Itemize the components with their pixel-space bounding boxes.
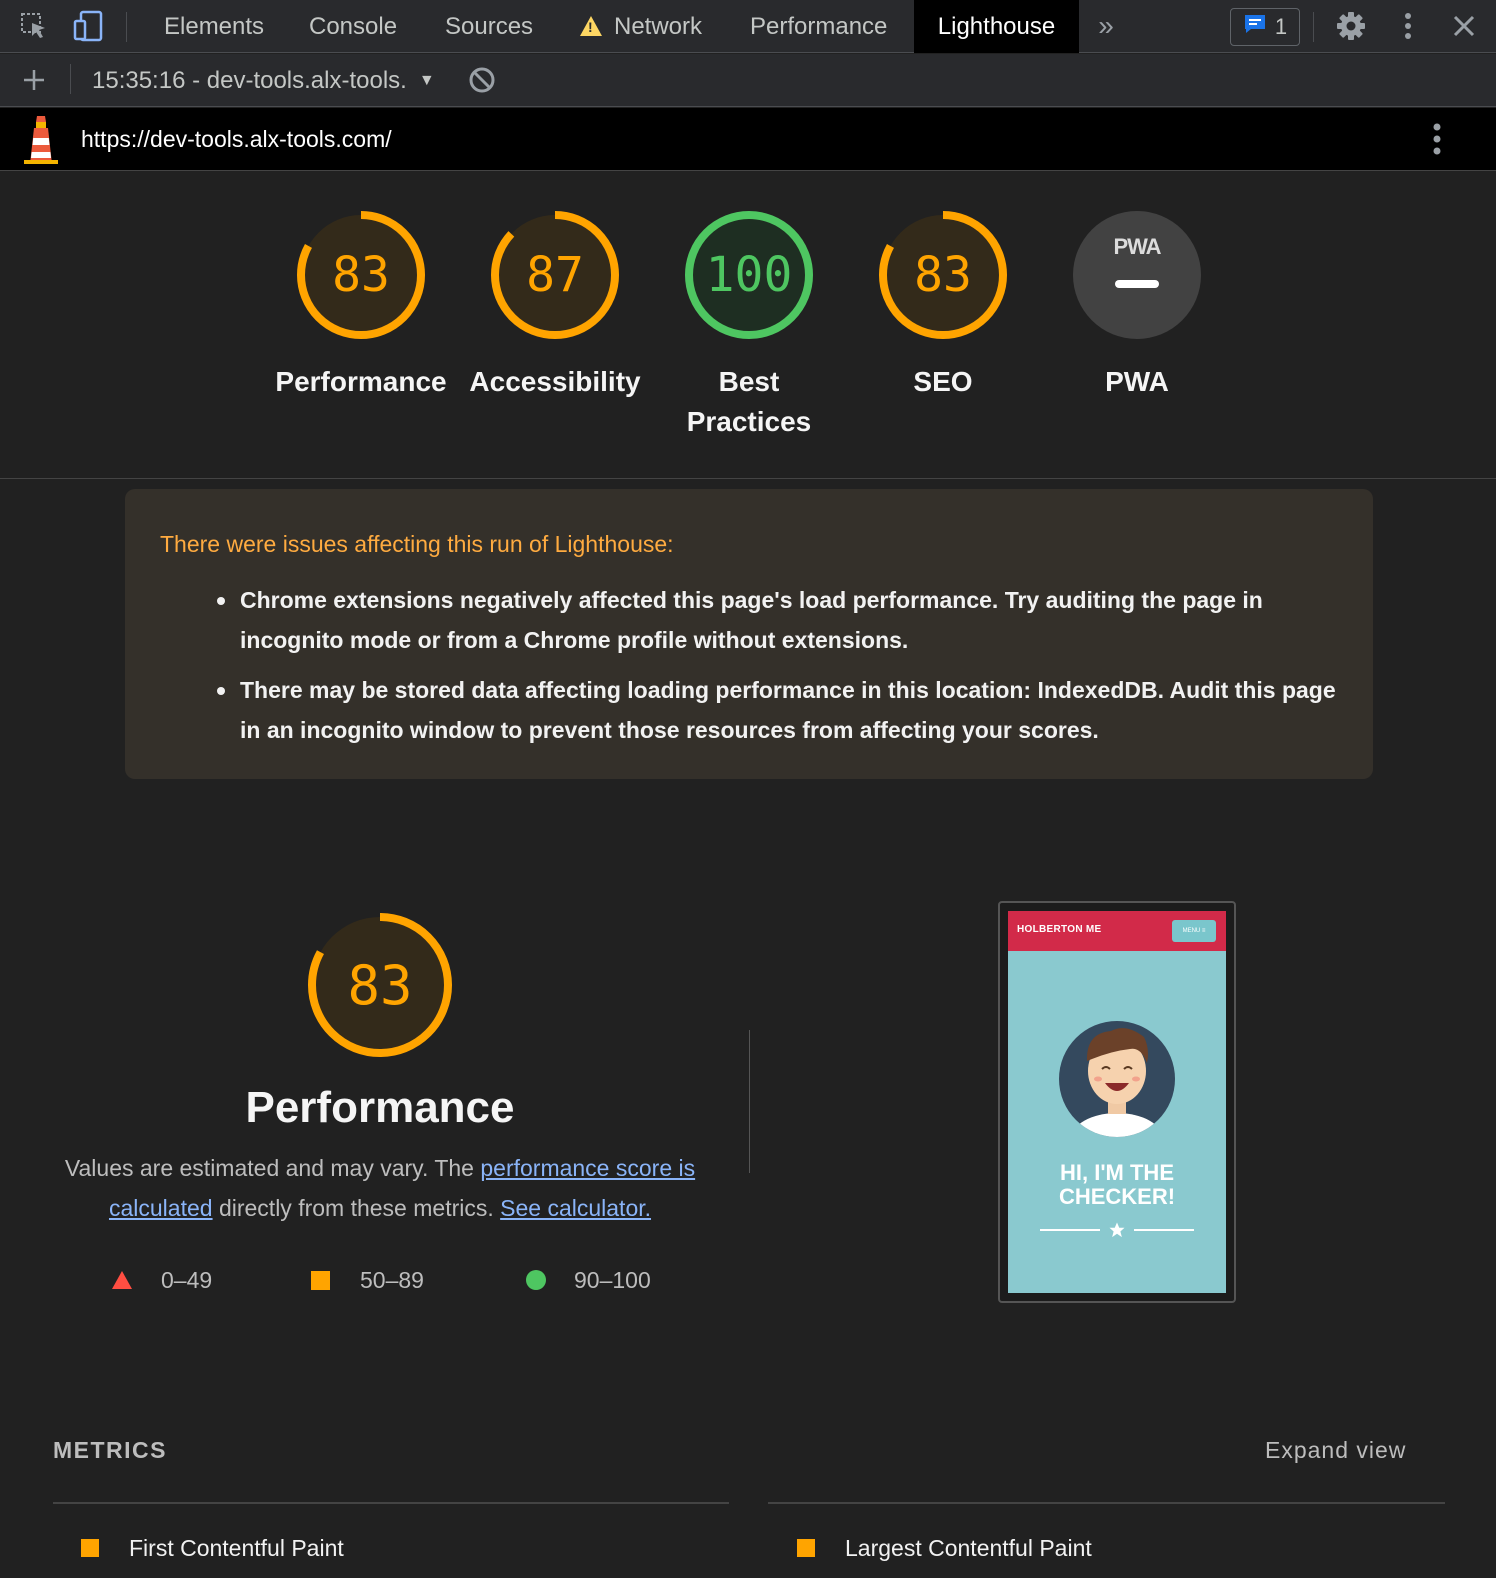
category-label: SEO (913, 366, 973, 397)
report-selector[interactable]: 15:35:16 - dev-tools.alx-tools. ▼ (92, 54, 435, 107)
issues-count: 1 (1274, 14, 1288, 39)
red-triangle-icon (112, 1271, 132, 1289)
gauge-performance[interactable]: 83 Performance (275, 210, 447, 402)
performance-title: Performance (245, 1083, 515, 1132)
inspect-element-icon[interactable] (16, 8, 52, 44)
report-url[interactable]: https://dev-tools.alx-tools.com/ (81, 108, 392, 171)
report-menu-icon[interactable] (1432, 122, 1442, 161)
warnings-title: There were issues affecting this run of … (160, 531, 674, 557)
green-circle-icon (526, 1270, 546, 1290)
gauge-best-practices[interactable]: 100 Best Practices (664, 210, 834, 442)
more-tabs-icon[interactable]: » (1088, 8, 1124, 44)
scale-fail: 0–49 (111, 1265, 212, 1295)
screenshot-menu: MENU ≡ (1172, 920, 1216, 942)
gauge-accessibility[interactable]: 87 Accessibility (469, 210, 641, 402)
star-icon (1109, 1222, 1125, 1238)
metrics-heading: METRICS (53, 1437, 167, 1463)
avatar-illustration (1059, 1021, 1175, 1137)
see-calculator-link[interactable]: See calculator. (500, 1195, 651, 1221)
scale-pass: 90–100 (526, 1265, 651, 1295)
lighthouse-topbar: https://dev-tools.alx-tools.com/ (0, 108, 1496, 171)
orange-square-icon (311, 1270, 330, 1290)
tab-elements[interactable]: Elements (140, 0, 288, 53)
score-value: 87 (526, 247, 584, 303)
expand-view-button[interactable]: Expand view (1265, 1437, 1406, 1464)
lighthouse-toolbar: 15:35:16 - dev-tools.alx-tools. ▼ (0, 54, 1496, 107)
settings-gear-icon[interactable] (1333, 8, 1369, 44)
warning-item: There may be stored data affecting loadi… (217, 670, 1337, 750)
metric-largest-contentful-paint[interactable]: Largest Contentful Paint (797, 1533, 1092, 1563)
performance-score: 83 (347, 953, 413, 1017)
gauge-pwa[interactable]: PWA PWA (1052, 210, 1222, 402)
scale-average: 50–89 (311, 1265, 424, 1295)
metric-first-contentful-paint[interactable]: First Contentful Paint (81, 1533, 344, 1563)
lighthouse-logo-icon (24, 116, 58, 169)
run-warnings: There were issues affecting this run of … (125, 489, 1373, 779)
warning-icon (580, 15, 602, 36)
category-label: Best Practices (686, 366, 812, 437)
performance-description: Values are estimated and may vary. The p… (64, 1155, 696, 1221)
tab-performance[interactable]: Performance (726, 0, 911, 53)
category-label: Performance (275, 366, 447, 397)
final-screenshot[interactable]: HOLBERTON ME MENU ≡ HI, I'M THE CHECKER! (998, 901, 1236, 1303)
orange-square-icon (81, 1539, 99, 1557)
score-value: 100 (705, 247, 793, 303)
gauge-seo[interactable]: 83 SEO (858, 210, 1028, 402)
screenshot-headline: HI, I'M THE CHECKER! (1058, 1160, 1176, 1209)
category-label: PWA (1105, 366, 1169, 397)
devtools-tabbar: Elements Console Sources Network Perform… (0, 0, 1496, 53)
tab-console[interactable]: Console (285, 0, 421, 53)
screenshot-brand: HOLBERTON ME (1017, 924, 1102, 935)
clear-block-icon[interactable] (464, 62, 500, 98)
new-report-plus-icon[interactable] (16, 62, 52, 98)
score-value: 83 (332, 247, 390, 303)
category-label: Accessibility (469, 366, 641, 397)
message-icon (1243, 13, 1267, 41)
device-toolbar-icon[interactable] (70, 8, 106, 44)
tab-lighthouse[interactable]: Lighthouse (914, 0, 1079, 53)
warning-item: Chrome extensions negatively affected th… (217, 580, 1337, 660)
issues-button[interactable]: 1 (1230, 8, 1300, 46)
close-icon[interactable] (1446, 8, 1482, 44)
dropdown-triangle-icon: ▼ (418, 71, 435, 89)
kebab-menu-icon[interactable] (1390, 8, 1426, 44)
pwa-badge-icon (1073, 211, 1201, 339)
tab-sources[interactable]: Sources (421, 0, 557, 53)
tab-network[interactable]: Network (556, 0, 726, 53)
performance-gauge: 83 (307, 912, 453, 1058)
pwa-badge-text: PWA (1113, 234, 1161, 259)
orange-square-icon (797, 1539, 815, 1557)
score-value: 83 (914, 247, 972, 303)
